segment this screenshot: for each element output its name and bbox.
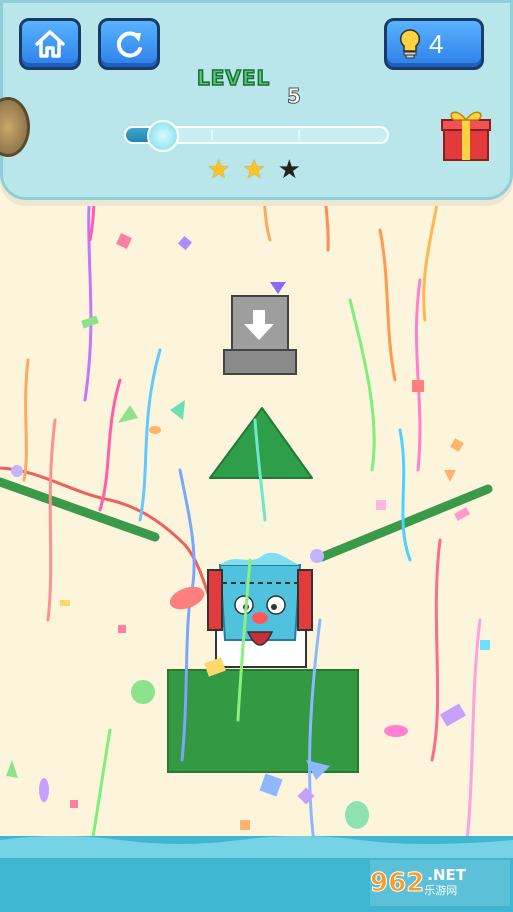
star-rating: ★ ★ ★: [207, 157, 301, 183]
restart-icon: [116, 31, 142, 58]
cup-character[interactable]: [207, 552, 313, 668]
green-base-block: [167, 669, 359, 773]
watermark-main: 962: [369, 868, 425, 899]
right-ramp-pivot: [310, 549, 324, 563]
progress-tick: [298, 130, 300, 140]
star-filled-icon: ★: [242, 155, 266, 185]
green-triangle-block: [209, 407, 313, 479]
spawn-box: [223, 295, 297, 375]
home-button[interactable]: [19, 18, 81, 70]
progress-tick: [211, 130, 213, 140]
level-number: 5: [287, 84, 302, 109]
restart-button[interactable]: [98, 18, 160, 70]
star-filled-icon: ★: [207, 155, 231, 185]
watermark-sub: 乐游网: [424, 884, 458, 897]
site-watermark: 962 .NET 乐游网: [369, 860, 510, 906]
level-progress-bar: [124, 120, 389, 152]
line-start-dot: [11, 465, 23, 477]
star-empty-icon: ★: [277, 155, 301, 185]
home-icon: [35, 30, 65, 58]
gift-icon[interactable]: [440, 104, 492, 164]
progress-knob: [146, 120, 179, 152]
hint-count: 4: [429, 28, 444, 59]
lightbulb-icon: [399, 29, 421, 59]
hint-button[interactable]: 4: [384, 18, 484, 70]
level-label: LEVEL: [196, 65, 271, 91]
watermark-suffix: .NET: [427, 866, 467, 884]
